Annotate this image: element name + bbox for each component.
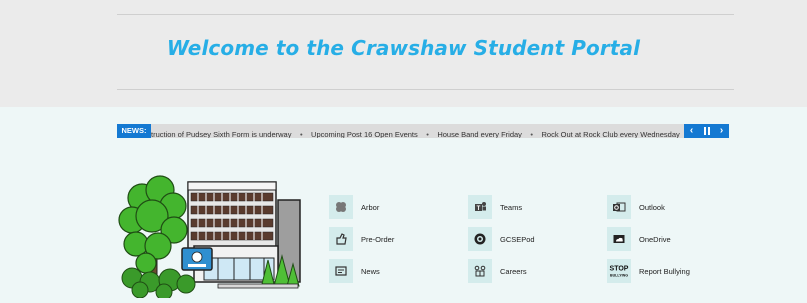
header-bottom-rule <box>117 89 734 90</box>
link-label: Pre-Order <box>361 234 395 244</box>
news-icon <box>329 259 353 283</box>
page-title: Welcome to the Crawshaw Student Portal <box>166 36 641 60</box>
link-arbor[interactable]: Arbor <box>329 195 379 219</box>
header-banner: Welcome to the Crawshaw Student Portal <box>0 0 807 107</box>
careers-icon <box>468 259 492 283</box>
link-careers[interactable]: Careers <box>468 259 527 283</box>
ticker-separator: • <box>426 130 429 138</box>
link-label: Report Bullying <box>639 266 690 276</box>
link-pre-order[interactable]: Pre-Order <box>329 227 394 251</box>
link-news[interactable]: News <box>329 259 380 283</box>
ticker-separator: • <box>530 130 534 138</box>
ticker-item[interactable]: Upcoming Post 16 Open Events <box>311 128 418 138</box>
link-gcsepod[interactable]: GCSEPod <box>468 227 535 251</box>
stop-bullying-icon: STOP BULLYING <box>607 259 631 283</box>
arbor-icon <box>329 195 353 219</box>
stop-icon-text: STOP <box>610 266 629 273</box>
outlook-icon <box>607 195 631 219</box>
pre-order-icon <box>329 227 353 251</box>
ticker-item[interactable]: House Band every Friday <box>437 128 522 138</box>
pause-icon <box>703 127 710 135</box>
link-label: Outlook <box>639 202 665 212</box>
ticker-pause-button[interactable] <box>699 124 714 138</box>
ticker-item[interactable]: Rock Out at Rock Club every Wednesday <box>541 128 679 138</box>
svg-text:T: T <box>477 206 481 212</box>
gcsepod-icon <box>468 227 492 251</box>
header-top-rule <box>117 14 734 15</box>
link-label: Careers <box>500 266 527 276</box>
bullying-icon-text: BULLYING <box>610 274 628 278</box>
teams-icon: T <box>468 195 492 219</box>
ticker-track: truction of Pudsey Sixth Form is underwa… <box>151 124 685 138</box>
link-onedrive[interactable]: OneDrive <box>607 227 671 251</box>
onedrive-icon <box>607 227 631 251</box>
link-label: News <box>361 266 380 276</box>
school-building-illustration <box>118 168 312 301</box>
link-label: Teams <box>500 202 523 212</box>
link-label: OneDrive <box>639 234 671 244</box>
link-report-bullying[interactable]: STOP BULLYING Report Bullying <box>607 259 690 283</box>
ticker-prev-button[interactable]: ‹ <box>684 124 699 138</box>
ticker-item[interactable]: truction of Pudsey Sixth Form is underwa… <box>151 128 291 138</box>
ticker-separator: • <box>299 130 303 138</box>
link-label: GCSEPod <box>500 234 535 244</box>
link-label: Arbor <box>361 202 380 212</box>
ticker-next-button[interactable]: › <box>714 124 729 138</box>
link-outlook[interactable]: Outlook <box>607 195 665 219</box>
ticker-controls: ‹ › <box>684 124 729 138</box>
link-teams[interactable]: T Teams <box>468 195 522 219</box>
news-label: NEWS: <box>117 124 151 138</box>
news-ticker: NEWS: truction of Pudsey Sixth Form is u… <box>117 124 729 138</box>
